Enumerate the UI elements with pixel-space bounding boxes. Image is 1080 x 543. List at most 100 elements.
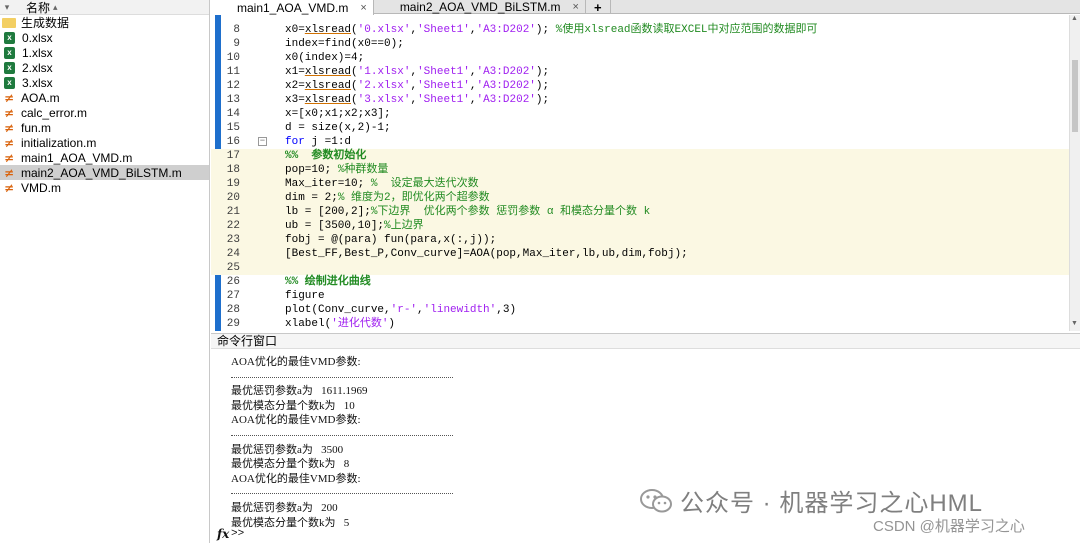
file-item[interactable]: ≠ main1_AOA_VMD.m (0, 150, 209, 165)
code-text: figure (285, 290, 325, 302)
editor-scrollbar[interactable]: ▲ ▼ (1069, 15, 1080, 331)
current-folder-panel: ▾ 名称 ▴ 生成数据 x 0.xlsx x 1.xlsx x 2.xlsx x 3.xlsx ≠… (0, 0, 210, 543)
output-line: 最优模态分量个数k为 8 (231, 458, 350, 471)
code-line[interactable]: 16 − for j =1:d (211, 135, 1080, 149)
function-browser-icon[interactable]: fx (217, 527, 229, 541)
file-item[interactable]: ≠ calc_error.m (0, 105, 209, 120)
code-text: %% 参数初始化 (285, 150, 367, 162)
file-name: 生成数据 (21, 16, 70, 30)
code-editor[interactable]: 8 x0=xlsread('0.xlsx','Sheet1','A3:D202')… (211, 15, 1080, 331)
code-line[interactable]: 27 figure (211, 289, 1080, 303)
close-icon[interactable]: × (573, 1, 579, 13)
editor-tab[interactable]: main2_AOA_VMD_BiLSTM.m × (374, 0, 586, 14)
file-name: main1_AOA_VMD.m (21, 150, 133, 165)
code-line[interactable]: 18 pop=10; %种群数量 (211, 163, 1080, 177)
matlab-file-icon: ≠ (3, 180, 15, 195)
code-line[interactable]: 29 xlabel('进化代数') (211, 317, 1080, 331)
file-list-header[interactable]: ▾ 名称 ▴ (0, 0, 209, 15)
scroll-up-icon[interactable]: ▲ (1071, 15, 1078, 22)
file-item[interactable]: ≠ main2_AOA_VMD_BiLSTM.m (0, 165, 209, 180)
code-line[interactable]: 10 x0(index)=4; (211, 51, 1080, 65)
line-number: 15 (226, 122, 240, 134)
command-window-title: 命令行窗口 (211, 333, 1080, 349)
line-number: 27 (226, 290, 240, 302)
file-item[interactable]: x 1.xlsx (0, 45, 209, 60)
line-number: 13 (226, 94, 240, 106)
code-line[interactable]: 13 x3=xlsread('3.xlsx','Sheet1','A3:D202'… (211, 93, 1080, 107)
code-text: for j =1:d (285, 136, 352, 148)
code-line[interactable]: 26 %% 绘制进化曲线 (211, 275, 1080, 289)
line-number: 21 (226, 206, 240, 218)
wechat-icon (640, 488, 672, 514)
file-item[interactable]: x 3.xlsx (0, 75, 209, 90)
code-text: x1=xlsread('1.xlsx','Sheet1','A3:D202'); (285, 66, 550, 78)
chevron-down-icon[interactable]: ▾ (0, 2, 14, 13)
file-item[interactable]: ≠ VMD.m (0, 180, 209, 195)
code-text: x3=xlsread('3.xlsx','Sheet1','A3:D202'); (285, 94, 550, 106)
code-line[interactable]: 14 x=[x0;x1;x2;x3]; (211, 107, 1080, 121)
file-name: initialization.m (21, 135, 97, 150)
line-number: 16 (226, 136, 240, 148)
file-item[interactable]: ≠ AOA.m (0, 90, 209, 105)
line-number: 23 (226, 234, 240, 246)
editor-tab[interactable]: main1_AOA_VMD.m × (211, 0, 374, 15)
matlab-file-icon: ≠ (3, 165, 15, 180)
output-line: 最优惩罚参数a为 1611.1969 (231, 385, 368, 398)
output-line: 最优惩罚参数a为 3500 (231, 443, 344, 456)
code-text: x2=xlsread('2.xlsx','Sheet1','A3:D202'); (285, 80, 550, 92)
code-line[interactable]: 24 [Best_FF,Best_P,Conv_curve]=AOA(pop,Ma… (211, 247, 1080, 261)
tab-label: main2_AOA_VMD_BiLSTM.m (399, 0, 561, 14)
command-prompt[interactable]: >> (231, 528, 244, 540)
code-line[interactable]: 15 d = size(x,2)-1; (211, 121, 1080, 135)
code-line[interactable]: 20 dim = 2;% 维度为2，即优化两个超参数 (211, 191, 1080, 205)
code-line[interactable]: 19 Max_iter=10; % 设定最大迭代次数 (211, 177, 1080, 191)
output-line: 最优惩罚参数a为 200 (231, 502, 338, 514)
code-text: ub = [3500,10];%上边界 (285, 220, 424, 232)
line-number: 12 (226, 80, 240, 92)
matlab-file-icon: ≠ (3, 120, 15, 135)
file-item[interactable]: x 0.xlsx (0, 30, 209, 45)
code-line[interactable]: 8 x0=xlsread('0.xlsx','Sheet1','A3:D202')… (211, 23, 1080, 37)
file-item[interactable]: 生成数据 (0, 15, 209, 30)
code-line[interactable]: 12 x2=xlsread('2.xlsx','Sheet1','A3:D202'… (211, 79, 1080, 93)
code-line[interactable]: 25 (211, 261, 1080, 275)
code-line[interactable]: 17 %% 参数初始化 (211, 149, 1080, 163)
close-icon[interactable]: × (360, 2, 366, 14)
output-line: 最优模态分量个数k为 5 (231, 516, 350, 529)
output-separator (231, 376, 453, 378)
scrollbar-thumb[interactable] (1072, 60, 1078, 132)
code-text: d = size(x,2)-1; (285, 122, 391, 134)
code-text: x=[x0;x1;x2;x3]; (285, 108, 391, 120)
editor-tab-bar: main1_AOA_VMD.m × main2_AOA_VMD_BiLSTM.m × + (211, 0, 1080, 15)
line-number: 8 (233, 24, 240, 36)
code-text: [Best_FF,Best_P,Conv_curve]=AOA(pop,Max_… (285, 248, 688, 260)
code-line[interactable]: 28 plot(Conv_curve,'r-','linewidth',3) (211, 303, 1080, 317)
excel-file-icon: x (4, 61, 15, 74)
file-item[interactable]: x 2.xlsx (0, 60, 209, 75)
file-name: 1.xlsx (22, 45, 53, 60)
excel-file-icon: x (4, 76, 15, 89)
code-line[interactable]: 9 index=find(x0==0); (211, 37, 1080, 51)
line-number: 28 (226, 304, 240, 316)
sort-arrow-icon: ▴ (53, 1, 58, 12)
file-name: 0.xlsx (22, 30, 53, 45)
fold-toggle-icon[interactable]: − (258, 137, 267, 146)
excel-file-icon: x (4, 31, 15, 44)
file-item[interactable]: ≠ initialization.m (0, 135, 209, 150)
code-line[interactable]: 22 ub = [3500,10];%上边界 (211, 219, 1080, 233)
line-number: 20 (226, 192, 240, 204)
scroll-down-icon[interactable]: ▼ (1071, 320, 1078, 327)
code-line[interactable]: 23 fobj = @(para) fun(para,x(:,j)); (211, 233, 1080, 247)
line-number: 18 (226, 164, 240, 176)
folder-icon (2, 17, 16, 28)
file-name: calc_error.m (21, 105, 88, 120)
new-tab-button[interactable]: + (586, 0, 611, 15)
line-number: 10 (226, 52, 240, 64)
tab-label: main1_AOA_VMD.m (237, 0, 349, 15)
code-line[interactable]: 11 x1=xlsread('1.xlsx','Sheet1','A3:D202'… (211, 65, 1080, 79)
line-number: 19 (226, 178, 240, 190)
file-item[interactable]: ≠ fun.m (0, 120, 209, 135)
code-text: Max_iter=10; % 设定最大迭代次数 (285, 178, 479, 190)
wechat-watermark: 公众号 · 机器学习之心HML (640, 483, 983, 518)
code-line[interactable]: 21 lb = [200,2];%下边界 优化两个参数 惩罚参数 α 和模态分量个… (211, 205, 1080, 219)
